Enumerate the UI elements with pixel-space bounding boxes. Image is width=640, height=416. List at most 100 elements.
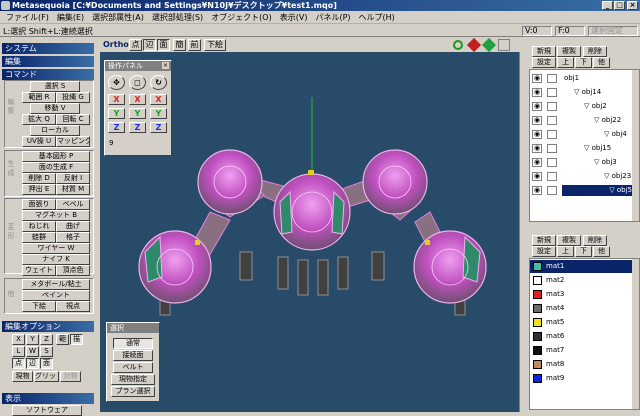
material-down-button[interactable]: 下 (575, 246, 592, 257)
object-row[interactable]: ◉ ▽ obj3 (530, 156, 634, 169)
eye-icon[interactable]: ◉ (532, 102, 542, 111)
view-front-button[interactable]: 前 (188, 39, 201, 51)
move-y-button[interactable]: Y (108, 108, 125, 119)
minimize-button[interactable]: _ (602, 1, 613, 10)
point-toggle[interactable]: 点 (12, 358, 25, 369)
material-row[interactable]: mat9 (530, 372, 634, 385)
menu-select-attr[interactable]: 選択部属性(A) (88, 12, 148, 23)
rotate-handle-icon[interactable]: ↻ (150, 75, 167, 90)
lattice-button[interactable]: 格子 (56, 232, 90, 243)
object-delete-button[interactable]: 削除 (583, 46, 607, 57)
material-delete-button[interactable]: 削除 (583, 235, 607, 246)
material-new-button[interactable]: 新規 (532, 235, 556, 246)
scale-handle-icon[interactable]: ◻ (129, 75, 146, 90)
rotate-y-button[interactable]: Y (150, 108, 167, 119)
metaball-button[interactable]: メタボール/粘土 (22, 279, 90, 290)
move-button[interactable]: 移動 V (30, 103, 80, 114)
world-toggle[interactable]: W (26, 346, 39, 357)
eye-icon[interactable]: ◉ (532, 88, 542, 97)
eye-icon[interactable]: ◉ (532, 186, 542, 195)
move-handle-icon[interactable]: ✥ (108, 75, 125, 90)
bulge-button[interactable]: 蛙群 (22, 232, 56, 243)
panel-close-icon[interactable]: × (162, 62, 169, 69)
pan-view-icon[interactable] (481, 37, 497, 53)
object-copy-button[interactable]: 複製 (557, 46, 581, 57)
eye-icon[interactable]: ◉ (532, 116, 542, 125)
move-x-button[interactable]: X (108, 94, 125, 105)
section-edit-options[interactable]: 編集オプション (2, 321, 94, 332)
bevel-button[interactable]: ベベル (56, 199, 90, 210)
scale-y-button[interactable]: Y (129, 108, 146, 119)
material-row[interactable]: mat4 (530, 302, 634, 315)
wire-button[interactable]: ワイヤー W (22, 243, 90, 254)
view-face-button[interactable]: 面 (157, 39, 170, 51)
object-row[interactable]: ◉ ▽ obj15 (530, 142, 634, 155)
material-row[interactable]: mat5 (530, 316, 634, 329)
menu-help[interactable]: ヘルプ(H) (355, 12, 399, 23)
eye-icon[interactable]: ◉ (532, 144, 542, 153)
lock-checkbox[interactable] (547, 116, 557, 125)
basic-shape-button[interactable]: 基本図形 P (22, 151, 90, 162)
face-toggle[interactable]: 面 (40, 358, 53, 369)
surface-button[interactable]: 面張り (22, 199, 56, 210)
zoom-icon[interactable] (453, 40, 463, 50)
lasso-button[interactable]: 投縄 G (56, 92, 90, 103)
select-lock[interactable]: 選択固定 (588, 26, 638, 36)
object-row[interactable]: ◉ obj1 (530, 72, 634, 85)
face-gen-button[interactable]: 面の生成 F (22, 162, 90, 173)
eye-icon[interactable]: ◉ (532, 74, 542, 83)
material-row[interactable]: mat3 (530, 288, 634, 301)
select-current-button[interactable]: 現物指定 (111, 374, 155, 385)
material-row-selected[interactable]: mat1 (530, 260, 634, 273)
rotate-view-icon[interactable] (466, 37, 482, 53)
reflect-button[interactable]: 反射 I (56, 173, 90, 184)
view-persp-button[interactable]: 簡 (173, 39, 186, 51)
menu-object[interactable]: オブジェクト(O) (207, 12, 276, 23)
object-up-button[interactable]: 上 (557, 57, 574, 68)
mapping-button[interactable]: マッピング (56, 136, 90, 147)
viewport-scrollbar[interactable] (519, 52, 527, 412)
range-button[interactable]: 範囲 R (22, 92, 56, 103)
material-row[interactable]: mat6 (530, 330, 634, 343)
scale-x-button[interactable]: X (129, 94, 146, 105)
axis-x-toggle[interactable]: X (12, 334, 25, 345)
extrude-button[interactable]: 押出 E (22, 184, 56, 195)
select-connected-button[interactable]: 接続面 (113, 350, 153, 361)
section-system[interactable]: システム (2, 43, 94, 54)
local-button[interactable]: ローカル (30, 125, 80, 136)
magnet-button[interactable]: マグネット B (22, 210, 90, 221)
screen-toggle[interactable]: S (40, 346, 53, 357)
grid-toggle[interactable]: グリッド (34, 371, 59, 382)
axis-z-toggle[interactable]: Z (40, 334, 53, 345)
delete-button[interactable]: 削除 D (22, 173, 56, 184)
eye-icon[interactable]: ◉ (532, 130, 542, 139)
viewpoint-button[interactable]: 視点 (56, 301, 90, 312)
lock-checkbox[interactable] (547, 130, 557, 139)
section-display[interactable]: 表示 (2, 393, 94, 404)
object-list-scrollbar[interactable] (632, 70, 639, 221)
vertex-color-button[interactable]: 頂点色 (56, 265, 90, 276)
select-normal-button[interactable]: 通常 (113, 338, 153, 349)
lock-checkbox[interactable] (547, 186, 557, 195)
scale-button[interactable]: 拡大 Q (22, 114, 56, 125)
current-toggle[interactable]: 現物 (12, 371, 33, 382)
rotate-z-button[interactable]: Z (150, 122, 167, 133)
section-edit[interactable]: 編集 (2, 56, 94, 67)
view-point-button[interactable]: 点 (129, 39, 142, 51)
select-plan-button[interactable]: プラン選択 (111, 386, 155, 397)
uv-button[interactable]: UV操 U (22, 136, 56, 147)
range-toggle[interactable]: 範 (56, 334, 69, 345)
menu-edit[interactable]: 編集(E) (53, 12, 88, 23)
material-up-button[interactable]: 上 (557, 246, 574, 257)
menu-file[interactable]: ファイル(F) (2, 12, 53, 23)
close-button[interactable]: × (627, 1, 638, 10)
knife-button[interactable]: ナイフ K (22, 254, 90, 265)
lock-checkbox[interactable] (547, 172, 557, 181)
paint-button[interactable]: ペイント (22, 290, 90, 301)
object-row[interactable]: ◉ ▽ obj23 (530, 170, 634, 183)
material-button[interactable]: 材質 M (56, 184, 90, 195)
material-settings-button[interactable]: 設定 (532, 246, 556, 257)
object-row[interactable]: ◉ ▽ obj22 (530, 114, 634, 127)
view-menu-icon[interactable] (498, 39, 510, 51)
object-row-selected[interactable]: ◉ ▽ obj5 (530, 184, 634, 197)
